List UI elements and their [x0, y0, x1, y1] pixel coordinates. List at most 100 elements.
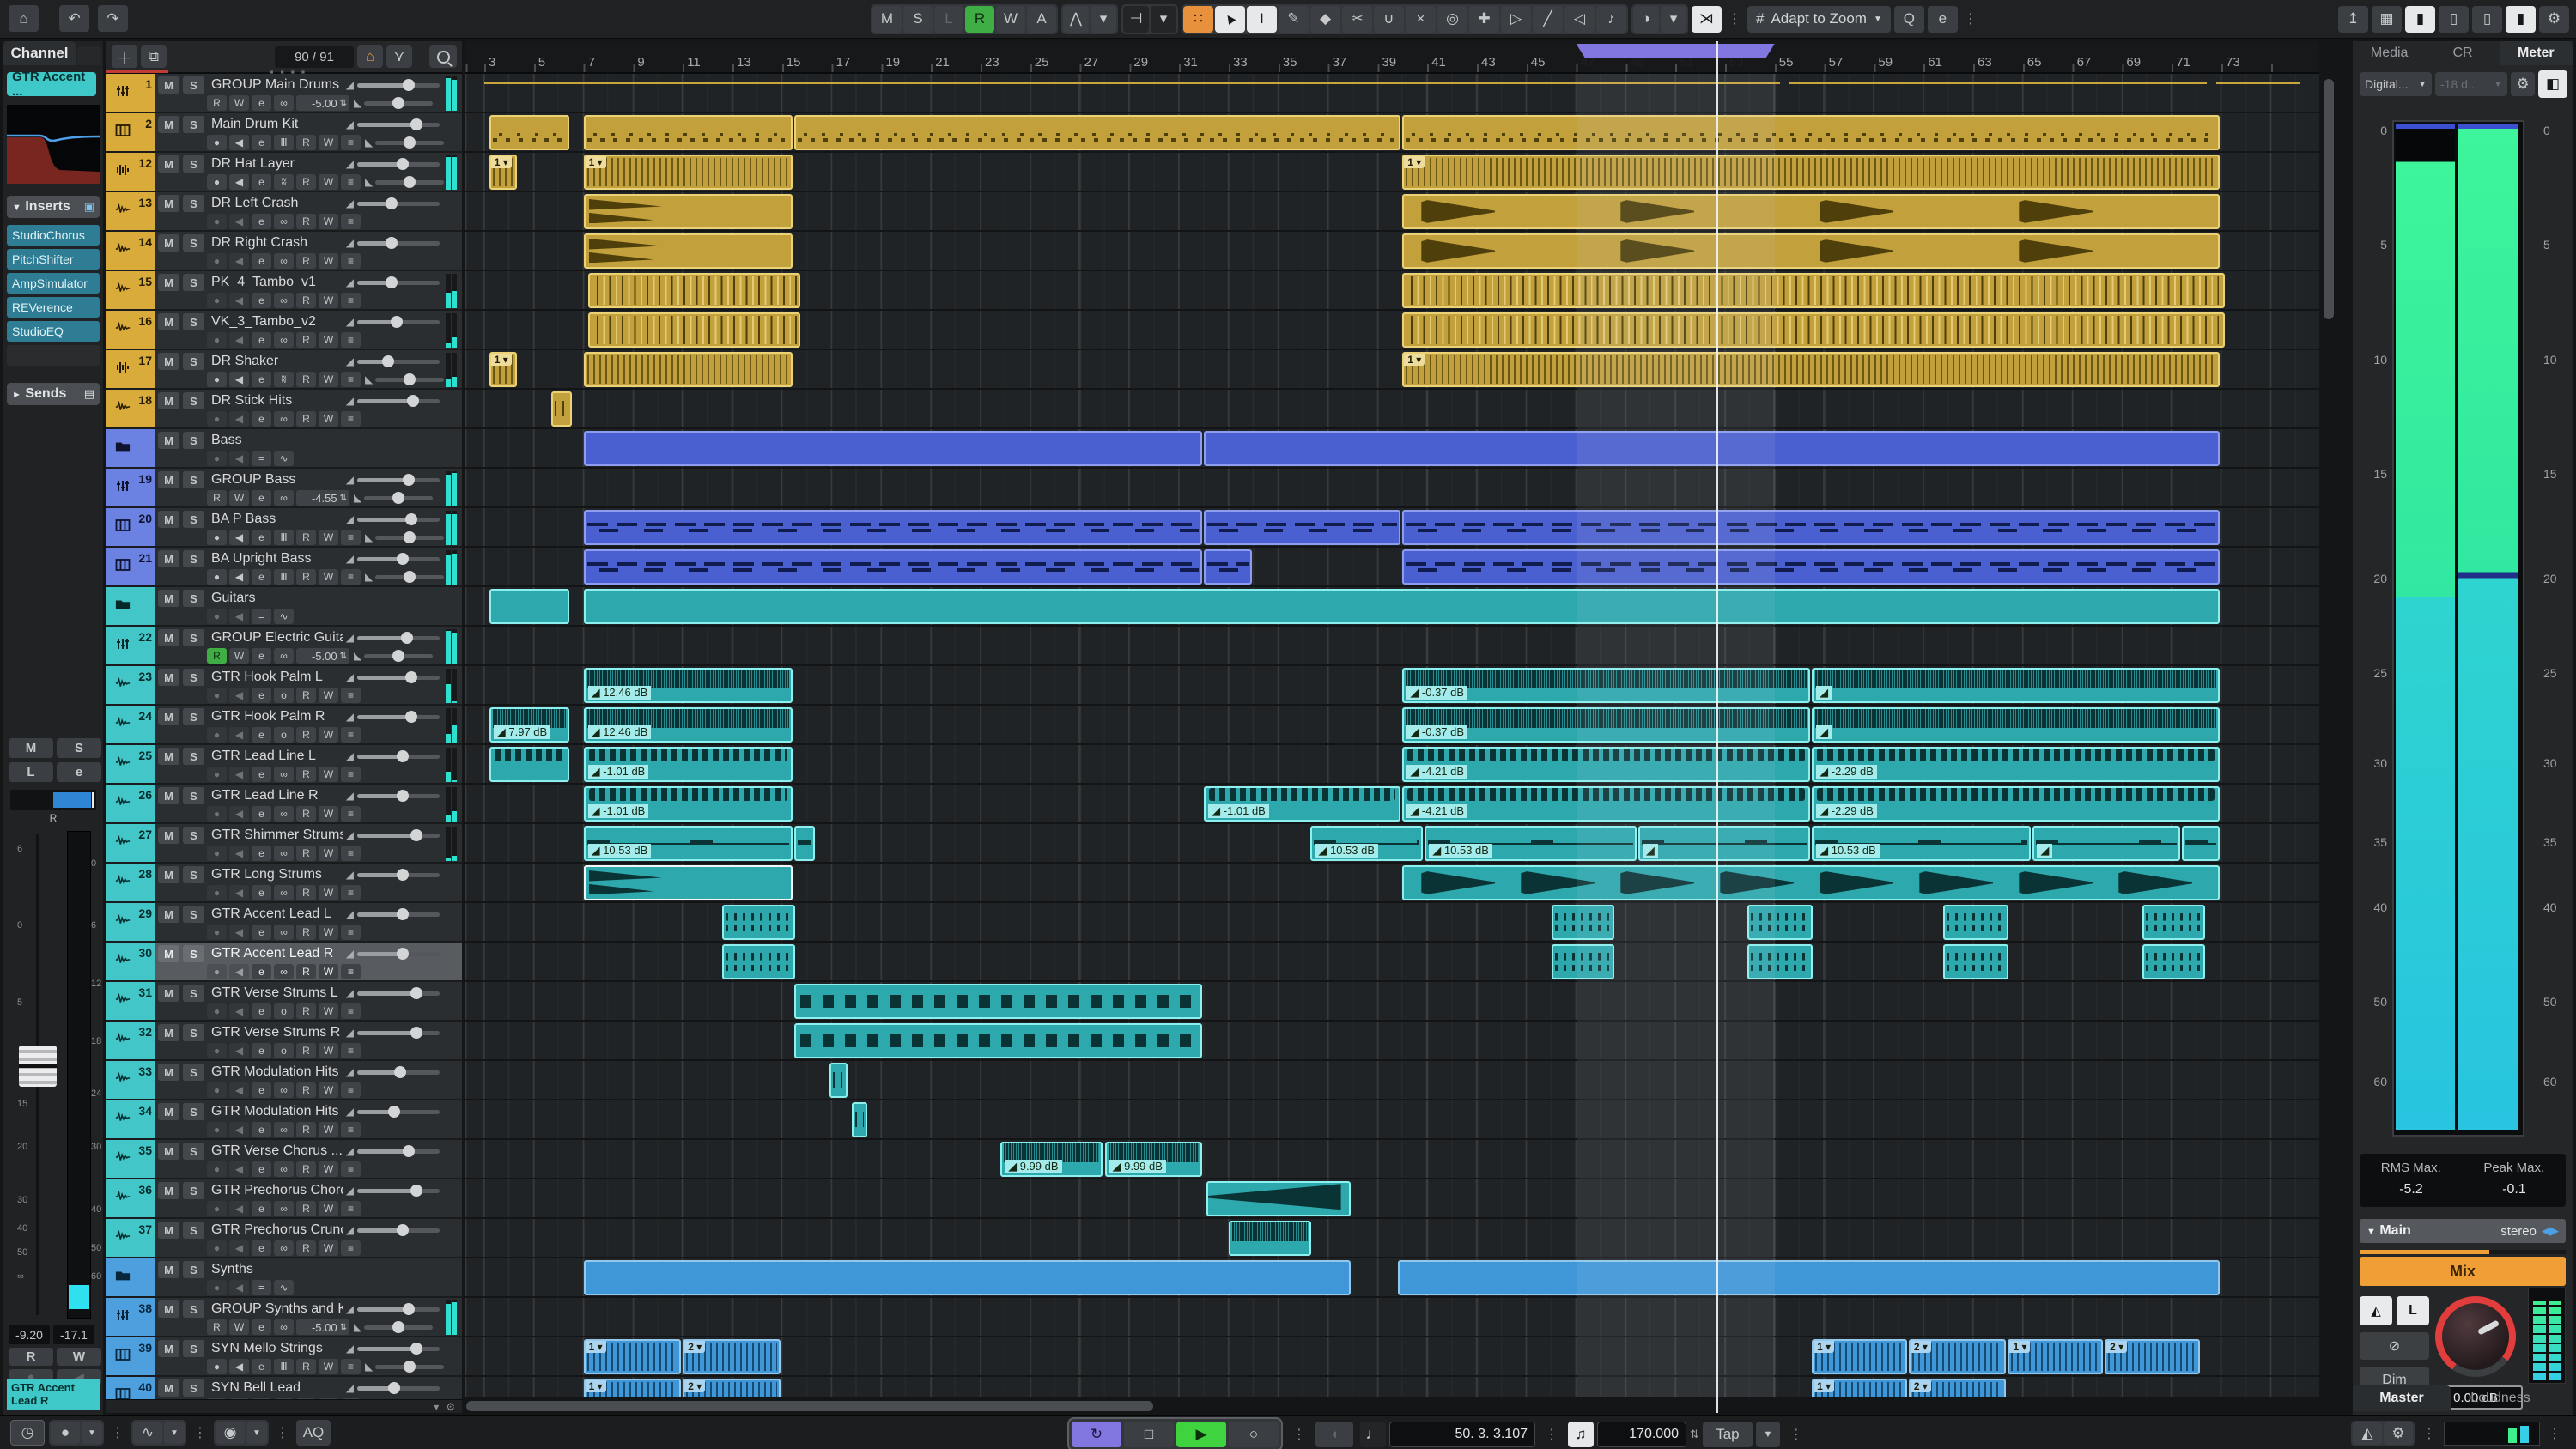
lane-34[interactable] — [465, 1100, 2319, 1140]
track-name[interactable]: DR Hat Layer — [211, 156, 343, 172]
clip[interactable]: ◢ -4.21 dB — [1402, 786, 1810, 822]
volume-slider[interactable] — [357, 1070, 440, 1075]
track-settings-gear-icon[interactable]: ⚙ — [446, 1401, 455, 1413]
mute-button[interactable]: M — [158, 629, 179, 646]
track-row-15[interactable]: 15MSPK_4_Tambo_v1◢●◀e∞RW≡ — [106, 271, 462, 311]
fader-value[interactable]: -9.20 — [9, 1325, 50, 1344]
home-icon[interactable]: ⌂ — [9, 5, 39, 32]
track-name[interactable]: GTR Prechorus Chords — [211, 1183, 343, 1198]
clip[interactable] — [1402, 273, 2224, 308]
clip[interactable] — [584, 865, 793, 900]
auto-scroll-dropdown[interactable]: ▾ — [1151, 6, 1176, 33]
clip[interactable]: ◢ 7.97 dB — [489, 707, 569, 743]
clip[interactable] — [794, 115, 1400, 150]
track-name[interactable]: GROUP Synths and Keys — [211, 1301, 343, 1317]
track-name[interactable]: GTR Verse Strums L — [211, 985, 343, 1001]
track-name[interactable]: Bass — [211, 433, 353, 448]
vertical-scrollbar[interactable] — [2322, 74, 2336, 1399]
channel-strip-icon[interactable]: ≡ — [341, 174, 361, 190]
track-color-strip[interactable] — [106, 429, 155, 467]
write-button[interactable]: W — [319, 293, 338, 308]
clip-gain-label[interactable]: ◢ -1.01 dB — [1208, 804, 1269, 818]
monitor-button[interactable]: ◀ — [229, 411, 249, 427]
edit-channel-button[interactable]: e — [252, 1201, 271, 1216]
audio-record-dropdown-arrow[interactable]: ▼ — [164, 1422, 185, 1444]
record-enable-button[interactable]: ● — [207, 411, 227, 427]
pan-slider[interactable] — [364, 1325, 433, 1330]
edit-channel-button[interactable]: e — [252, 135, 271, 150]
clip-gain-label[interactable]: ◢ -2.29 dB — [1816, 765, 1877, 779]
draw-tool[interactable]: ✎ — [1279, 6, 1309, 33]
clip-gain-label[interactable]: ◢ -4.21 dB — [1406, 765, 1467, 779]
group-edit-icon[interactable]: = — [252, 609, 271, 624]
track-name[interactable]: DR Stick Hits — [211, 393, 343, 409]
lane-bass[interactable] — [465, 429, 2319, 469]
mute-button[interactable]: M — [158, 1182, 179, 1199]
lane-25[interactable]: ◢ -1.01 dB◢ -4.21 dB◢ -2.29 dB — [465, 745, 2319, 785]
mute-button[interactable]: M — [158, 1261, 179, 1278]
folder-phase-icon[interactable]: ∿ — [274, 451, 294, 466]
midi-record-dropdown-arrow[interactable]: ▼ — [246, 1422, 267, 1444]
edit-channel-button[interactable]: e — [252, 1240, 271, 1256]
mute-button[interactable]: M — [158, 392, 179, 409]
tempo-menu-dots[interactable]: ⋮ — [1787, 1426, 1806, 1443]
solo-button[interactable]: S — [183, 748, 204, 765]
eq-curve-display[interactable] — [7, 105, 100, 184]
activate-listen[interactable]: L — [934, 6, 963, 33]
read-button[interactable]: R — [296, 1082, 316, 1098]
clip[interactable] — [584, 352, 793, 387]
channel-strip-icon[interactable]: ≡ — [341, 964, 361, 979]
track-color-strip[interactable]: 28 — [106, 864, 155, 901]
volume-slider[interactable] — [357, 281, 440, 285]
solo-button[interactable]: S — [183, 1261, 204, 1278]
meter-offset-dropdown[interactable]: -18 d...▼ — [2435, 72, 2507, 96]
edit-channel-button[interactable]: e — [252, 727, 271, 743]
lane-35[interactable]: ◢ 9.99 dB◢ 9.99 dB — [465, 1140, 2319, 1179]
channel-strip-icon[interactable]: ≡ — [341, 1240, 361, 1256]
track-color-strip[interactable]: 17 — [106, 350, 155, 388]
strip-track-name[interactable]: GTR Accent Lead R — [7, 1379, 100, 1410]
mute-button[interactable]: M — [158, 1103, 179, 1120]
track-color-strip[interactable]: 13 — [106, 192, 155, 230]
track-presets-icon[interactable]: ⧉ — [141, 45, 167, 68]
track-color-strip[interactable]: 35 — [106, 1140, 155, 1178]
record-enable-button[interactable]: ● — [207, 806, 227, 822]
color-dropdown[interactable]: ▾ — [1661, 6, 1686, 33]
write-button[interactable]: W — [319, 885, 338, 900]
sends-icon[interactable]: ▤ — [84, 387, 94, 401]
lane-1[interactable] — [465, 74, 2319, 113]
track-row-21[interactable]: 21MSBA Upright Bass◢●◀eⅢRW≡◣ — [106, 548, 462, 587]
write-button[interactable]: W — [319, 1122, 338, 1137]
write-button[interactable]: W — [229, 95, 249, 111]
volume-slider[interactable] — [357, 478, 440, 482]
edit-channel-button[interactable]: e — [252, 1003, 271, 1019]
solo-button[interactable]: S — [183, 1024, 204, 1041]
track-color-strip[interactable]: 27 — [106, 824, 155, 862]
track-row-32[interactable]: 32MSGTR Verse Strums R◢●◀eoRW≡ — [106, 1022, 462, 1061]
monitor-button[interactable]: ◀ — [229, 1082, 249, 1098]
record-enable-button[interactable]: ● — [207, 135, 227, 150]
mute-button[interactable]: M — [158, 550, 179, 567]
read-button[interactable]: R — [296, 214, 316, 229]
track-row-16[interactable]: 16MSVK_3_Tambo_v2◢●◀e∞RW≡ — [106, 311, 462, 350]
read-button[interactable]: R — [207, 95, 227, 111]
edit-channel-button[interactable]: e — [252, 688, 271, 703]
channel-strip-icon[interactable]: ≡ — [341, 1082, 361, 1098]
clip-gain-label[interactable]: ◢ -2.29 dB — [1816, 804, 1877, 818]
clip[interactable] — [1943, 944, 2008, 979]
solo-button[interactable]: S — [183, 155, 204, 173]
solo-button[interactable]: S — [183, 234, 204, 252]
track-color-strip[interactable] — [106, 587, 155, 625]
solo-button[interactable]: S — [183, 787, 204, 804]
clip[interactable] — [588, 312, 800, 348]
lane-36[interactable] — [465, 1179, 2319, 1219]
channel-config-icon[interactable]: ∞ — [274, 214, 294, 229]
track-row-36[interactable]: 36MSGTR Prechorus Chords◢●◀e∞RW≡ — [106, 1179, 462, 1219]
search-icon[interactable] — [429, 45, 457, 68]
clip[interactable] — [1402, 549, 2220, 585]
record-enable-button[interactable]: ● — [207, 1359, 227, 1374]
clip[interactable]: ◢ 9.99 dB — [1000, 1142, 1103, 1177]
track-name[interactable]: GTR Long Strums — [211, 867, 343, 882]
record-enable-button[interactable]: ● — [207, 569, 227, 585]
pan-slider[interactable] — [364, 101, 433, 106]
